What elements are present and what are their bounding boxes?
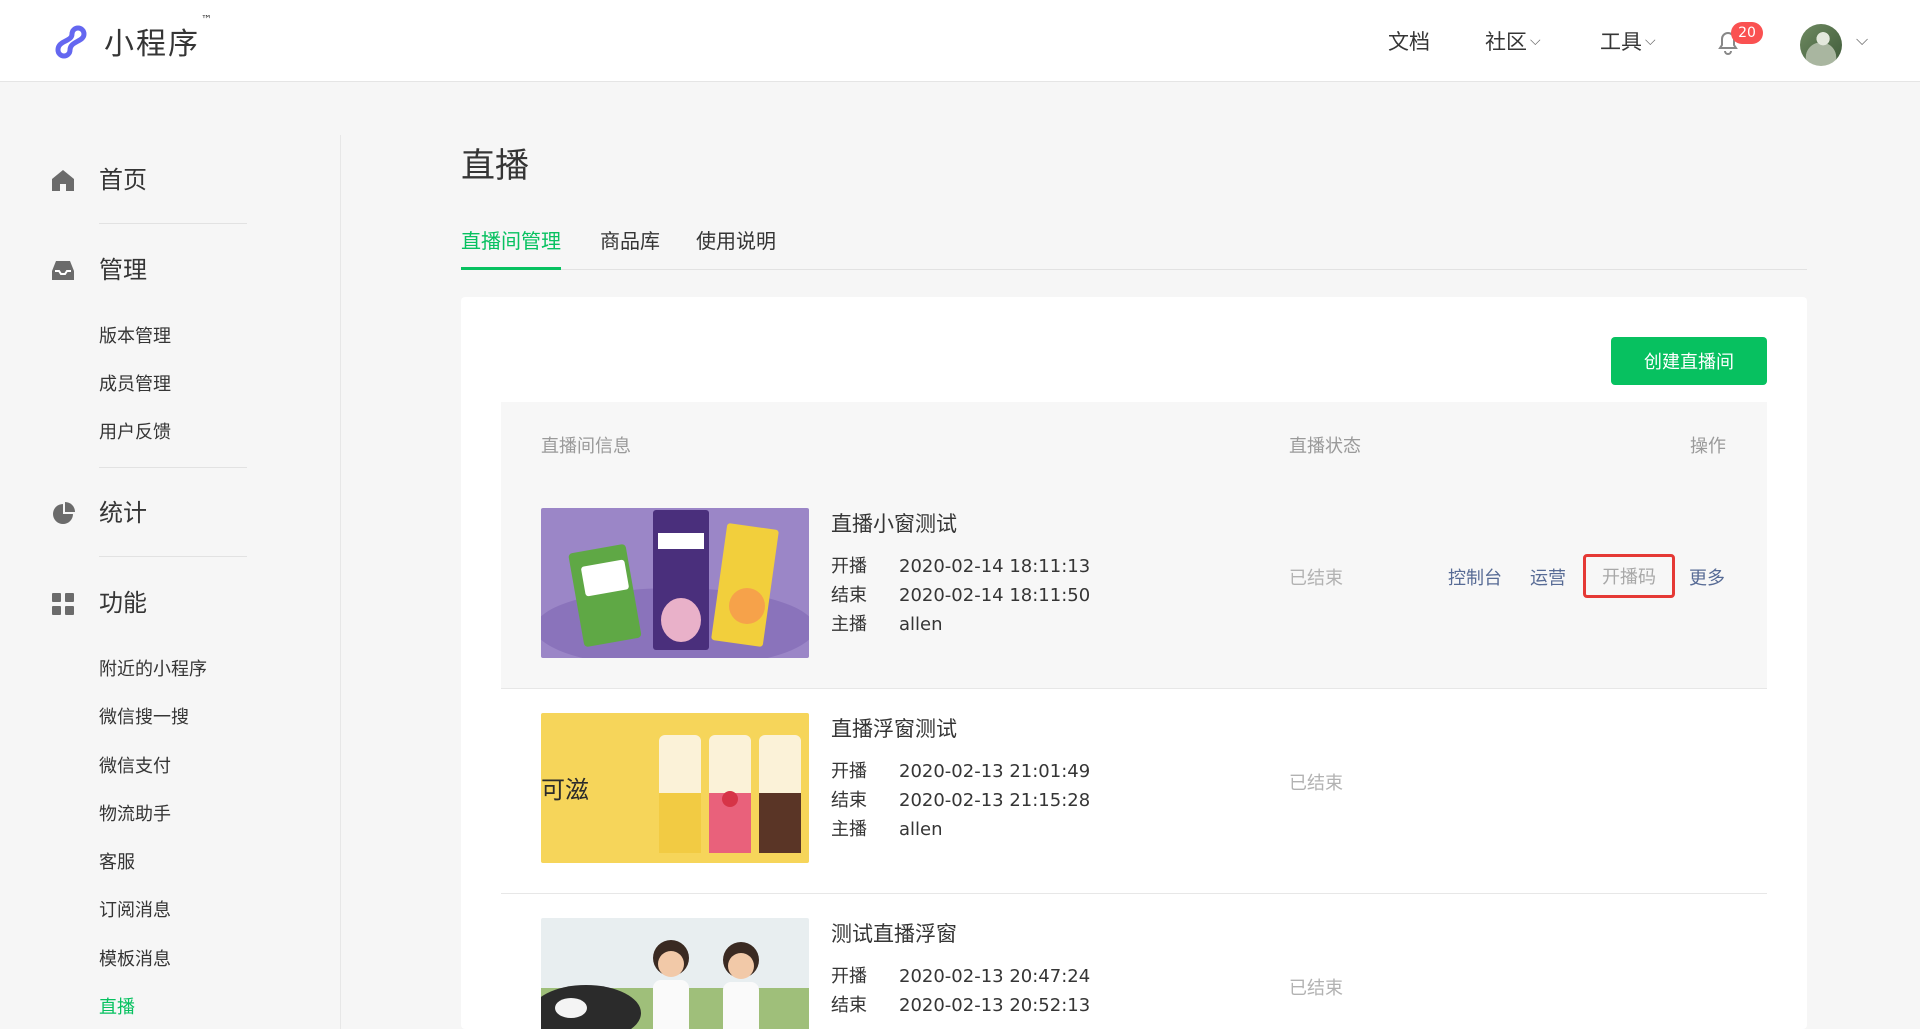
sidebar-item-manage[interactable]: 管理 [99, 254, 147, 286]
live-room-cover [541, 918, 809, 1029]
sidebar-item-pay[interactable]: 微信支付 [99, 754, 171, 780]
status-text: 已结束 [1289, 568, 1343, 589]
live-code-link[interactable]: 开播码 [1583, 554, 1675, 598]
live-room-cover [541, 508, 809, 658]
tab-room-manage[interactable]: 直播间管理 [461, 226, 561, 270]
sidebar-divider [99, 556, 247, 557]
sidebar-divider [99, 467, 247, 468]
logo-text: 小程序™ [104, 13, 214, 62]
live-room-title: 直播浮窗测试 [831, 717, 957, 741]
sidebar-item-service[interactable]: 客服 [99, 850, 135, 876]
sidebar-item-stats[interactable]: 统计 [99, 497, 147, 529]
more-link[interactable]: 更多 [1689, 564, 1725, 590]
live-room-title: 测试直播浮窗 [831, 922, 957, 946]
sidebar-item-members[interactable]: 成员管理 [99, 372, 171, 398]
logo[interactable]: 小程序™ [48, 13, 214, 64]
chevron-down-icon: ⌵ [1530, 33, 1541, 49]
nav-docs[interactable]: 文档 [1388, 26, 1430, 56]
live-room-title: 直播小窗测试 [831, 512, 957, 536]
status-text: 已结束 [1289, 978, 1343, 999]
sidebar-item-logistics[interactable]: 物流助手 [99, 802, 171, 828]
end-time-line: 结束 2020-02-13 20:52:13 [831, 995, 1091, 1016]
miniprogram-logo-icon [55, 25, 87, 59]
sidebar-item-features[interactable]: 功能 [99, 587, 147, 619]
column-header-info: 直播间信息 [541, 436, 631, 457]
sidebar-item-version[interactable]: 版本管理 [99, 324, 171, 350]
sidebar-item-subscribe[interactable]: 订阅消息 [99, 898, 171, 924]
start-time-line: 开播 2020-02-14 18:11:13 [831, 556, 1091, 577]
sidebar-divider [99, 223, 247, 224]
nav-tools[interactable]: 工具 ⌵ [1600, 26, 1656, 56]
tab-bar: 直播间管理 商品库 使用说明 [461, 226, 1807, 270]
chevron-down-icon[interactable]: ⌵ [1856, 30, 1868, 50]
status-text: 已结束 [1289, 773, 1343, 794]
cover-text: 可滋 [541, 776, 589, 804]
sidebar-item-nearby[interactable]: 附近的小程序 [99, 657, 207, 683]
create-live-room-button[interactable]: 创建直播间 [1611, 337, 1767, 385]
pie-chart-icon [53, 502, 75, 524]
sidebar-item-live[interactable]: 直播 [99, 995, 135, 1021]
live-room-cover: 可滋 [541, 713, 809, 863]
console-link[interactable]: 控制台 [1448, 564, 1502, 590]
tab-goods[interactable]: 商品库 [600, 226, 660, 270]
table-row: 测试直播浮窗 开播 2020-02-13 20:47:24 结束 2020-02-1… [501, 894, 1767, 1029]
start-time-line: 开播 2020-02-13 20:47:24 [831, 966, 1091, 987]
inbox-icon [52, 261, 74, 280]
sidebar-item-search[interactable]: 微信搜一搜 [99, 705, 189, 731]
table-row: 可滋 直播浮窗测试 开播 2020-02-13 21:01:49 结束 2020-0… [501, 689, 1767, 894]
start-time-line: 开播 2020-02-13 21:01:49 [831, 761, 1091, 782]
table-header: 直播间信息 直播状态 操作 [501, 402, 1767, 484]
sidebar-item-feedback[interactable]: 用户反馈 [99, 420, 171, 446]
column-header-status: 直播状态 [1289, 436, 1361, 457]
page-title: 直播 [461, 146, 529, 186]
top-bar: 小程序™ 文档 社区 ⌵ 工具 ⌵ 20 ⌵ [0, 0, 1920, 82]
grid-icon [52, 593, 74, 615]
avatar[interactable] [1800, 24, 1842, 66]
host-line: 主播 allen [831, 614, 943, 635]
sidebar-item-template[interactable]: 模板消息 [99, 947, 171, 973]
chevron-down-icon: ⌵ [1645, 33, 1656, 49]
notification-badge: 20 [1731, 22, 1763, 44]
host-line: 主播 allen [831, 819, 943, 840]
nav-community[interactable]: 社区 ⌵ [1485, 26, 1541, 56]
home-icon [52, 170, 74, 191]
end-time-line: 结束 2020-02-14 18:11:50 [831, 585, 1091, 606]
column-header-ops: 操作 [1690, 436, 1726, 457]
sidebar-item-home[interactable]: 首页 [99, 164, 147, 196]
sidebar-divider [340, 135, 341, 1029]
operations-link[interactable]: 运营 [1530, 564, 1566, 590]
end-time-line: 结束 2020-02-13 21:15:28 [831, 790, 1091, 811]
table-row: 直播小窗测试 开播 2020-02-14 18:11:13 结束 2020-02-1… [501, 484, 1767, 689]
tab-instructions[interactable]: 使用说明 [696, 226, 776, 270]
